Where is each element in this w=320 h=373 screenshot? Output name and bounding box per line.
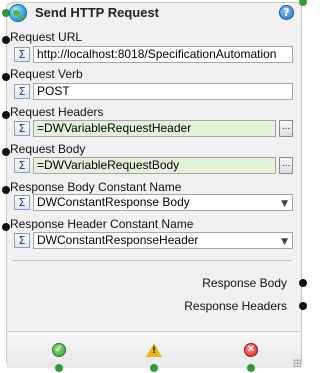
success-connector[interactable] bbox=[55, 364, 63, 372]
request-verb-label: Request Verb bbox=[10, 67, 83, 81]
globe-icon bbox=[9, 4, 27, 22]
request-headers-label: Request Headers bbox=[10, 105, 104, 119]
request-headers-browse-button[interactable]: ... bbox=[279, 120, 293, 137]
response-body-output-connector[interactable] bbox=[299, 279, 307, 287]
request-headers-connector[interactable] bbox=[2, 111, 10, 119]
response-header-constant-sigma-icon[interactable]: Σ bbox=[14, 233, 30, 248]
response-body-constant-sigma-icon[interactable]: Σ bbox=[14, 195, 30, 210]
request-body-sigma-icon[interactable]: Σ bbox=[14, 158, 30, 173]
response-header-constant-label: Response Header Constant Name bbox=[10, 217, 194, 231]
help-icon[interactable]: ? bbox=[279, 5, 294, 20]
resize-grip-icon[interactable] bbox=[293, 359, 301, 367]
error-connector[interactable] bbox=[247, 364, 255, 372]
success-icon[interactable]: ✓ bbox=[52, 343, 66, 357]
response-header-constant-select[interactable]: DWConstantResponseHeader ▼ bbox=[33, 232, 293, 249]
request-body-connector[interactable] bbox=[2, 148, 10, 156]
request-url-label: Request URL bbox=[10, 30, 83, 44]
response-body-constant-connector[interactable] bbox=[2, 186, 10, 194]
request-headers-input[interactable]: =DWVariableRequestHeader bbox=[33, 120, 276, 137]
node-title: Send HTTP Request bbox=[35, 5, 160, 20]
request-url-input[interactable]: http://localhost:8018/SpecificationAutom… bbox=[33, 46, 293, 63]
request-headers-sigma-icon[interactable]: Σ bbox=[14, 121, 30, 136]
request-verb-connector[interactable] bbox=[2, 73, 10, 81]
request-body-label: Request Body bbox=[10, 142, 86, 156]
chevron-down-icon[interactable]: ▼ bbox=[281, 235, 288, 248]
request-verb-input[interactable]: POST bbox=[33, 83, 293, 100]
request-verb-sigma-icon[interactable]: Σ bbox=[14, 84, 30, 99]
warning-mark: ! bbox=[151, 346, 157, 356]
chevron-down-icon[interactable]: ▼ bbox=[281, 197, 288, 210]
request-body-input[interactable]: =DWVariableRequestBody bbox=[33, 157, 276, 174]
response-body-output-label: Response Body bbox=[202, 276, 287, 290]
warning-connector[interactable] bbox=[150, 364, 158, 372]
response-headers-output-connector[interactable] bbox=[299, 302, 307, 310]
response-header-constant-value: DWConstantResponseHeader bbox=[37, 233, 199, 247]
response-body-constant-value: DWConstantResponse Body bbox=[37, 195, 190, 209]
response-headers-output-label: Response Headers bbox=[184, 299, 287, 313]
request-body-browse-button[interactable]: ... bbox=[279, 157, 293, 174]
response-body-constant-select[interactable]: DWConstantResponse Body ▼ bbox=[33, 194, 293, 211]
response-header-constant-connector[interactable] bbox=[2, 223, 10, 231]
top-right-connector[interactable] bbox=[299, 0, 307, 6]
response-body-constant-label: Response Body Constant Name bbox=[10, 180, 182, 194]
request-url-sigma-icon[interactable]: Σ bbox=[14, 47, 30, 62]
request-url-connector[interactable] bbox=[2, 36, 10, 44]
section-divider bbox=[12, 260, 292, 261]
title-bar: Send HTTP Request ? bbox=[0, 0, 309, 26]
error-icon[interactable]: ✕ bbox=[244, 343, 258, 357]
